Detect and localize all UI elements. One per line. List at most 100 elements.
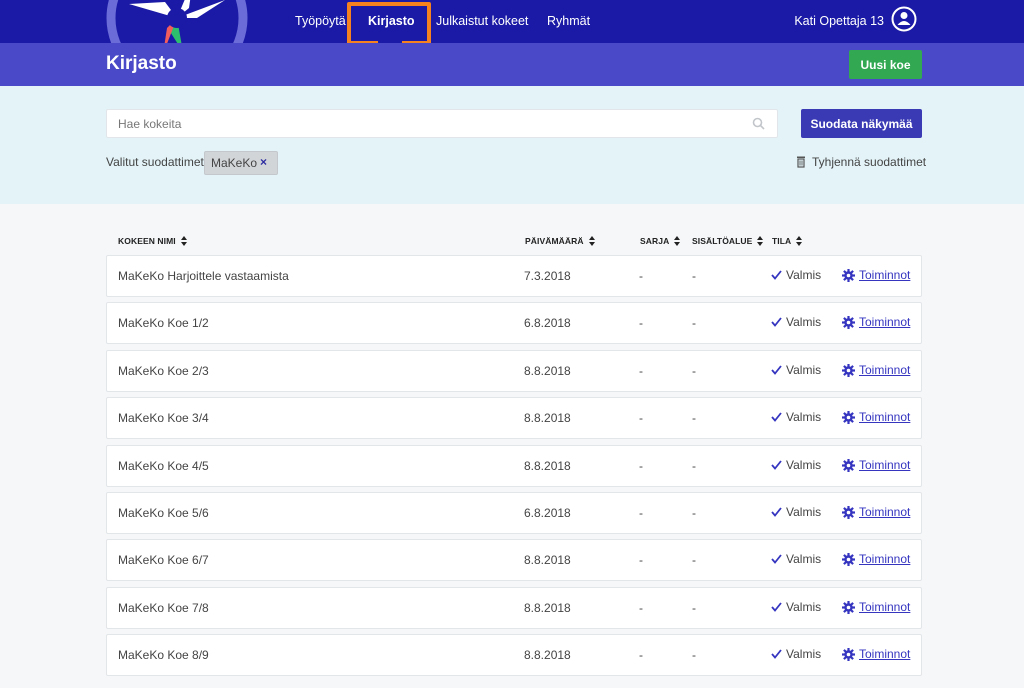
actions-link[interactable]: Toiminnot <box>859 315 910 329</box>
filter-view-button[interactable]: Suodata näkymää <box>801 109 922 138</box>
exam-status: Valmis <box>771 268 821 282</box>
check-icon <box>771 270 782 280</box>
column-header-label: TILA <box>772 236 792 246</box>
exam-date: 8.8.2018 <box>524 411 571 425</box>
exam-status: Valmis <box>771 552 821 566</box>
table-row[interactable]: MaKeKo Koe 2/3 8.8.2018 - - Valmis Toiminnot <box>106 350 922 392</box>
actions-link[interactable]: Toiminnot <box>859 363 910 377</box>
actions-menu[interactable]: Toiminnot <box>842 363 910 377</box>
actions-menu[interactable]: Toiminnot <box>842 458 910 472</box>
actions-menu[interactable]: Toiminnot <box>842 647 910 661</box>
actions-menu[interactable]: Toiminnot <box>842 410 910 424</box>
new-exam-button[interactable]: Uusi koe <box>849 50 922 79</box>
exam-name[interactable]: MaKeKo Koe 5/6 <box>118 506 209 520</box>
actions-link[interactable]: Toiminnot <box>859 552 910 566</box>
exam-date: 6.8.2018 <box>524 316 571 330</box>
exam-status: Valmis <box>771 458 821 472</box>
exam-series: - <box>639 601 643 615</box>
actions-link[interactable]: Toiminnot <box>859 458 910 472</box>
column-header-series[interactable]: SARJA <box>640 236 681 246</box>
user-icon[interactable] <box>891 6 917 32</box>
filter-chip-remove-icon[interactable]: × <box>260 155 267 169</box>
exam-date: 6.8.2018 <box>524 506 571 520</box>
actions-menu[interactable]: Toiminnot <box>842 600 910 614</box>
exam-series: - <box>639 553 643 567</box>
sort-icon <box>757 236 764 246</box>
user-name[interactable]: Kati Opettaja 13 <box>794 14 884 28</box>
actions-menu[interactable]: Toiminnot <box>842 505 910 519</box>
gear-icon[interactable] <box>842 268 855 282</box>
exam-date: 8.8.2018 <box>524 459 571 473</box>
page-title: Kirjasto <box>106 53 177 74</box>
exam-name[interactable]: MaKeKo Koe 6/7 <box>118 553 209 567</box>
actions-link[interactable]: Toiminnot <box>859 410 910 424</box>
table-row[interactable]: MaKeKo Koe 7/8 8.8.2018 - - Valmis Toiminnot <box>106 587 922 629</box>
check-icon <box>771 649 782 659</box>
exam-name[interactable]: MaKeKo Koe 2/3 <box>118 364 209 378</box>
column-header-label: SARJA <box>640 236 670 246</box>
exam-status-label: Valmis <box>786 600 822 614</box>
filter-chip: MaKeKo × <box>204 151 278 175</box>
gear-icon[interactable] <box>842 647 855 661</box>
table-row[interactable]: MaKeKo Koe 8/9 8.8.2018 - - Valmis Toiminnot <box>106 634 922 676</box>
table-row[interactable]: MaKeKo Koe 6/7 8.8.2018 - - Valmis Toiminnot <box>106 539 922 581</box>
exam-date: 8.8.2018 <box>524 364 571 378</box>
table-row[interactable]: MaKeKo Koe 1/2 6.8.2018 - - Valmis Toiminnot <box>106 302 922 344</box>
gear-icon[interactable] <box>842 552 855 566</box>
clear-filters-link[interactable]: Tyhjennä suodattimet <box>812 155 926 169</box>
column-header-content-area[interactable]: SISÄLTÖALUE <box>692 236 764 246</box>
exam-status-label: Valmis <box>786 268 822 282</box>
check-icon <box>771 412 782 422</box>
actions-menu[interactable]: Toiminnot <box>842 552 910 566</box>
gear-icon[interactable] <box>842 315 855 329</box>
nav-item-julkaistut-kokeet[interactable]: Julkaistut kokeet <box>436 14 528 28</box>
search-box[interactable] <box>106 109 778 138</box>
exam-series: - <box>639 648 643 662</box>
exam-name[interactable]: MaKeKo Harjoittele vastaamista <box>118 269 289 283</box>
table-row[interactable]: MaKeKo Koe 4/5 8.8.2018 - - Valmis Toiminnot <box>106 445 922 487</box>
gear-icon[interactable] <box>842 410 855 424</box>
exam-name[interactable]: MaKeKo Koe 3/4 <box>118 411 209 425</box>
check-icon <box>771 317 782 327</box>
table-row[interactable]: MaKeKo Koe 3/4 8.8.2018 - - Valmis Toiminnot <box>106 397 922 439</box>
gear-icon[interactable] <box>842 458 855 472</box>
nav-item-ryhmat[interactable]: Ryhmät <box>547 14 590 28</box>
actions-link[interactable]: Toiminnot <box>859 647 910 661</box>
nav-item-tyopoyta[interactable]: Työpöytä <box>295 14 346 28</box>
gear-icon[interactable] <box>842 600 855 614</box>
search-input[interactable] <box>107 110 747 137</box>
exam-content-area: - <box>692 459 696 473</box>
actions-menu[interactable]: Toiminnot <box>842 268 910 282</box>
exam-name[interactable]: MaKeKo Koe 7/8 <box>118 601 209 615</box>
column-header-date[interactable]: PÄIVÄMÄÄRÄ <box>525 236 595 246</box>
actions-link[interactable]: Toiminnot <box>859 268 910 282</box>
exam-date: 8.8.2018 <box>524 553 571 567</box>
column-header-label: SISÄLTÖALUE <box>692 236 753 246</box>
exam-name[interactable]: MaKeKo Koe 1/2 <box>118 316 209 330</box>
actions-link[interactable]: Toiminnot <box>859 505 910 519</box>
actions-menu[interactable]: Toiminnot <box>842 315 910 329</box>
actions-link[interactable]: Toiminnot <box>859 600 910 614</box>
column-header-status[interactable]: TILA <box>772 236 803 246</box>
exam-content-area: - <box>692 364 696 378</box>
exam-content-area: - <box>692 648 696 662</box>
column-header-label: KOKEEN NIMI <box>118 236 176 246</box>
trash-icon[interactable] <box>796 155 806 168</box>
exam-status-label: Valmis <box>786 315 822 329</box>
gear-icon[interactable] <box>842 363 855 377</box>
table-row[interactable]: MaKeKo Koe 5/6 6.8.2018 - - Valmis Toiminnot <box>106 492 922 534</box>
exam-content-area: - <box>692 601 696 615</box>
table-row[interactable]: MaKeKo Harjoittele vastaamista 7.3.2018 - -… <box>106 255 922 297</box>
column-header-name[interactable]: KOKEEN NIMI <box>118 236 187 246</box>
exam-name[interactable]: MaKeKo Koe 4/5 <box>118 459 209 473</box>
exam-status-label: Valmis <box>786 647 822 661</box>
search-icon[interactable] <box>752 117 765 130</box>
exam-name[interactable]: MaKeKo Koe 8/9 <box>118 648 209 662</box>
column-header-label: PÄIVÄMÄÄRÄ <box>525 236 584 246</box>
exam-status: Valmis <box>771 600 821 614</box>
exam-content-area: - <box>692 506 696 520</box>
gear-icon[interactable] <box>842 505 855 519</box>
exam-status: Valmis <box>771 647 821 661</box>
exam-series: - <box>639 364 643 378</box>
check-icon <box>771 602 782 612</box>
